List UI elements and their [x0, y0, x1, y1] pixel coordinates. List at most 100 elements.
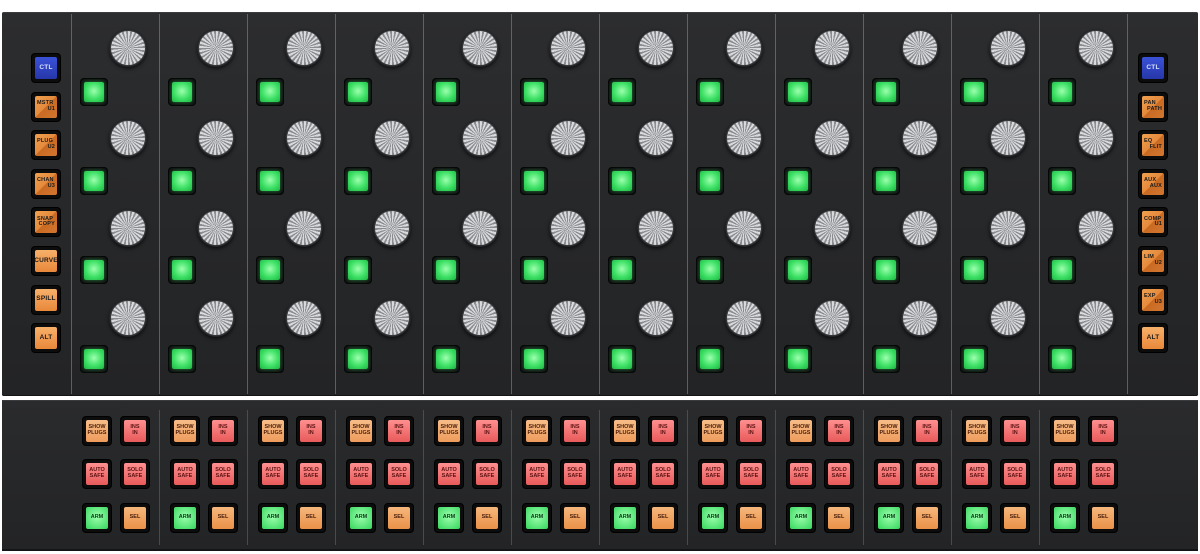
- encoder-knob[interactable]: [285, 29, 323, 67]
- select-button[interactable]: [697, 257, 723, 283]
- ins-in-button[interactable]: INS IN: [297, 417, 325, 445]
- encoder-knob[interactable]: [197, 119, 235, 157]
- select-button[interactable]: [521, 79, 547, 105]
- encoder-knob[interactable]: [989, 29, 1027, 67]
- right-key-aux[interactable]: AUX AUX: [1139, 169, 1167, 198]
- encoder-knob[interactable]: [725, 299, 763, 337]
- encoder-knob[interactable]: [197, 299, 235, 337]
- encoder-knob[interactable]: [285, 209, 323, 247]
- encoder-knob[interactable]: [373, 299, 411, 337]
- encoder-knob[interactable]: [373, 119, 411, 157]
- select-button[interactable]: [257, 257, 283, 283]
- solo-safe-button[interactable]: SOLO SAFE: [737, 460, 765, 488]
- left-key-spill[interactable]: SPILL: [32, 285, 60, 314]
- select-button[interactable]: [169, 346, 195, 372]
- show-plugs-button[interactable]: SHOW PLUGS: [1051, 417, 1079, 445]
- auto-safe-button[interactable]: AUTO SAFE: [435, 460, 463, 488]
- select-button[interactable]: [433, 79, 459, 105]
- show-plugs-button[interactable]: SHOW PLUGS: [875, 417, 903, 445]
- encoder-knob[interactable]: [461, 209, 499, 247]
- sel-button[interactable]: SEL: [209, 504, 237, 532]
- encoder-knob[interactable]: [813, 119, 851, 157]
- select-button[interactable]: [961, 79, 987, 105]
- select-button[interactable]: [81, 257, 107, 283]
- encoder-knob[interactable]: [461, 119, 499, 157]
- auto-safe-button[interactable]: AUTO SAFE: [875, 460, 903, 488]
- sel-button[interactable]: SEL: [825, 504, 853, 532]
- auto-safe-button[interactable]: AUTO SAFE: [963, 460, 991, 488]
- encoder-knob[interactable]: [373, 29, 411, 67]
- select-button[interactable]: [609, 168, 635, 194]
- encoder-knob[interactable]: [461, 29, 499, 67]
- arm-button[interactable]: ARM: [523, 504, 551, 532]
- select-button[interactable]: [1049, 168, 1075, 194]
- select-button[interactable]: [1049, 79, 1075, 105]
- solo-safe-button[interactable]: SOLO SAFE: [561, 460, 589, 488]
- right-key-pan[interactable]: PAN PATH: [1139, 92, 1167, 121]
- solo-safe-button[interactable]: SOLO SAFE: [825, 460, 853, 488]
- select-button[interactable]: [81, 346, 107, 372]
- arm-button[interactable]: ARM: [435, 504, 463, 532]
- select-button[interactable]: [609, 79, 635, 105]
- encoder-knob[interactable]: [197, 209, 235, 247]
- right-key-eq[interactable]: EQ FLIT: [1139, 131, 1167, 160]
- auto-safe-button[interactable]: AUTO SAFE: [611, 460, 639, 488]
- sel-button[interactable]: SEL: [385, 504, 413, 532]
- left-key-plug[interactable]: PLUG U2: [32, 131, 60, 160]
- select-button[interactable]: [873, 168, 899, 194]
- right-key-comp[interactable]: COMP U1: [1139, 208, 1167, 237]
- show-plugs-button[interactable]: SHOW PLUGS: [435, 417, 463, 445]
- select-button[interactable]: [961, 346, 987, 372]
- sel-button[interactable]: SEL: [297, 504, 325, 532]
- select-button[interactable]: [697, 168, 723, 194]
- select-button[interactable]: [257, 79, 283, 105]
- select-button[interactable]: [785, 257, 811, 283]
- solo-safe-button[interactable]: SOLO SAFE: [297, 460, 325, 488]
- show-plugs-button[interactable]: SHOW PLUGS: [787, 417, 815, 445]
- encoder-knob[interactable]: [637, 299, 675, 337]
- select-button[interactable]: [345, 168, 371, 194]
- encoder-knob[interactable]: [549, 119, 587, 157]
- encoder-knob[interactable]: [285, 299, 323, 337]
- select-button[interactable]: [433, 168, 459, 194]
- select-button[interactable]: [81, 79, 107, 105]
- left-key-mstr[interactable]: MSTR U1: [32, 92, 60, 121]
- select-button[interactable]: [257, 168, 283, 194]
- select-button[interactable]: [873, 257, 899, 283]
- right-key-ctl[interactable]: CTL: [1139, 54, 1167, 82]
- encoder-knob[interactable]: [1077, 29, 1115, 67]
- sel-button[interactable]: SEL: [473, 504, 501, 532]
- ins-in-button[interactable]: INS IN: [121, 417, 149, 445]
- encoder-knob[interactable]: [989, 299, 1027, 337]
- encoder-knob[interactable]: [549, 209, 587, 247]
- sel-button[interactable]: SEL: [649, 504, 677, 532]
- arm-button[interactable]: ARM: [875, 504, 903, 532]
- ins-in-button[interactable]: INS IN: [385, 417, 413, 445]
- auto-safe-button[interactable]: AUTO SAFE: [171, 460, 199, 488]
- solo-safe-button[interactable]: SOLO SAFE: [473, 460, 501, 488]
- select-button[interactable]: [785, 79, 811, 105]
- solo-safe-button[interactable]: SOLO SAFE: [209, 460, 237, 488]
- ins-in-button[interactable]: INS IN: [737, 417, 765, 445]
- select-button[interactable]: [345, 79, 371, 105]
- auto-safe-button[interactable]: AUTO SAFE: [787, 460, 815, 488]
- auto-safe-button[interactable]: AUTO SAFE: [1051, 460, 1079, 488]
- encoder-knob[interactable]: [461, 299, 499, 337]
- ins-in-button[interactable]: INS IN: [913, 417, 941, 445]
- ins-in-button[interactable]: INS IN: [825, 417, 853, 445]
- encoder-knob[interactable]: [725, 119, 763, 157]
- encoder-knob[interactable]: [637, 119, 675, 157]
- right-key-lim[interactable]: LIM U2: [1139, 247, 1167, 275]
- sel-button[interactable]: SEL: [913, 504, 941, 532]
- ins-in-button[interactable]: INS IN: [1089, 417, 1117, 445]
- encoder-knob[interactable]: [373, 209, 411, 247]
- left-key-alt[interactable]: ALT: [32, 324, 60, 353]
- left-key-curve[interactable]: CURVE: [32, 247, 60, 275]
- encoder-knob[interactable]: [989, 209, 1027, 247]
- left-key-snap[interactable]: SNAP COPY: [32, 208, 60, 237]
- encoder-knob[interactable]: [813, 29, 851, 67]
- encoder-knob[interactable]: [637, 29, 675, 67]
- sel-button[interactable]: SEL: [1089, 504, 1117, 532]
- encoder-knob[interactable]: [989, 119, 1027, 157]
- select-button[interactable]: [697, 346, 723, 372]
